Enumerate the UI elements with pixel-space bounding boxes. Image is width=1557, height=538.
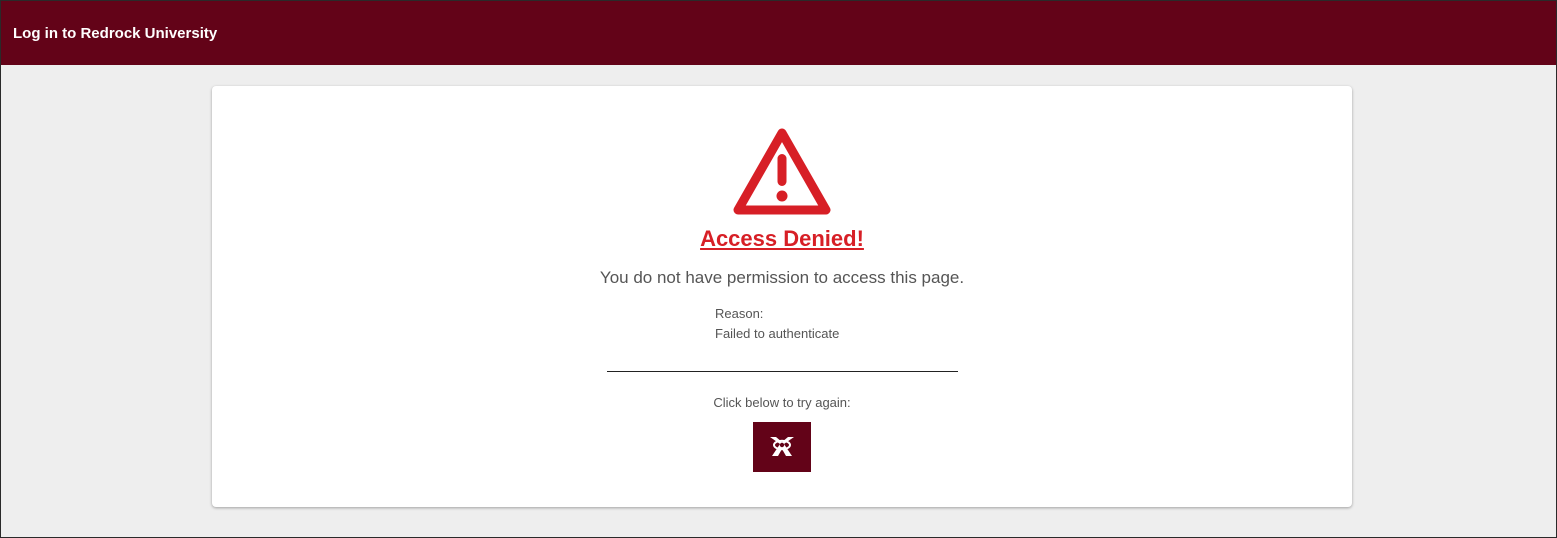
warning-triangle-icon — [733, 128, 831, 215]
page-title: Log in to Redrock University — [13, 24, 218, 42]
reason-text: Failed to authenticate — [715, 326, 840, 341]
permission-message: You do not have permission to access thi… — [599, 268, 965, 287]
access-denied-card: Access Denied! You do not have permissio… — [212, 86, 1352, 507]
access-denied-heading: Access Denied! — [700, 226, 864, 251]
retry-prompt: Click below to try again: — [713, 395, 851, 410]
header-bar: Log in to Redrock University — [1, 1, 1556, 65]
reason-block: Reason: Failed to authenticate — [715, 304, 839, 344]
retry-login-button[interactable] — [753, 422, 811, 472]
reason-label: Reason: — [715, 306, 764, 321]
divider — [607, 371, 958, 372]
login-provider-logo-icon — [770, 437, 794, 456]
